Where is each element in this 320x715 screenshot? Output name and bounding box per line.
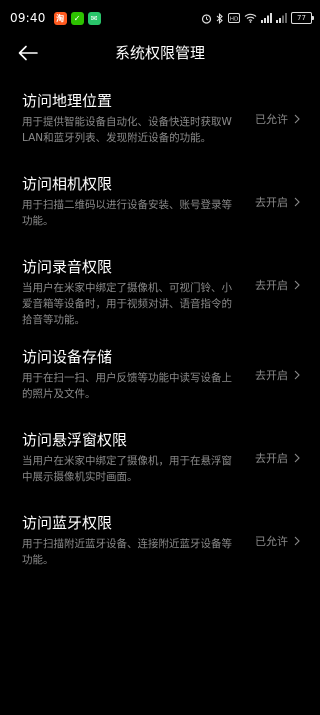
permission-storage[interactable]: 访问设备存储 用于在扫一扫、用户反馈等功能中读写设备上的照片及文件。 去开启 [0,345,320,428]
permission-status: 去开启 [255,277,300,293]
chevron-right-icon [294,280,300,290]
permission-title: 访问相机权限 [22,175,113,193]
signal-1-icon [261,12,272,24]
permission-description: 当用户在米家中绑定了摄像机，用于在悬浮窗中展示摄像机实时画面。 [22,455,232,483]
permission-status-label: 去开启 [255,369,288,382]
permission-status: 去开启 [255,450,300,466]
chevron-right-icon [294,114,300,124]
page-title: 系统权限管理 [114,44,205,62]
permission-description: 当用户在米家中绑定了摄像机、可视门铃、小爱音箱等设备时，用于视频对讲、语音指令的… [22,282,232,326]
chevron-right-icon [294,370,300,380]
permission-status-label: 已允许 [255,535,288,548]
bluetooth-icon [216,12,224,24]
permission-title: 访问录音权限 [22,258,113,276]
permission-status: 去开启 [255,194,300,210]
chevron-right-icon [294,536,300,546]
nav-bar: 系统权限管理 [0,36,320,70]
svg-text:HD: HD [230,16,238,22]
notification-app-icons: 淘 ✓ ✉ [53,11,101,25]
permission-status-label: 去开启 [255,196,288,209]
signal-2-icon [276,12,287,24]
permission-description: 用于提供智能设备自动化、设备快连时获取WLAN和蓝牙列表、发现附近设备的功能。 [22,116,232,144]
permission-status-label: 去开启 [255,452,288,465]
taobao-app-icon: 淘 [53,11,67,25]
status-time: 09:40 [10,11,46,25]
alarm-icon [201,12,212,24]
permission-status-label: 去开启 [255,279,288,292]
message-app-icon: ✉ [87,11,101,25]
permission-bluetooth[interactable]: 访问蓝牙权限 用于扫描附近蓝牙设备、连接附近蓝牙设备等功能。 已允许 [0,511,320,594]
chevron-right-icon [294,453,300,463]
permission-microphone[interactable]: 访问录音权限 当用户在米家中绑定了摄像机、可视门铃、小爱音箱等设备时，用于视频对… [0,255,320,345]
status-indicators: HD 77 [201,12,314,24]
wechat-app-icon: ✓ [70,11,84,25]
permission-description: 用于扫描附近蓝牙设备、连接附近蓝牙设备等功能。 [22,538,232,566]
permission-description: 用于扫描二维码以进行设备安装、账号登录等功能。 [22,199,232,227]
permission-title: 访问悬浮窗权限 [22,431,128,449]
permission-overlay[interactable]: 访问悬浮窗权限 当用户在米家中绑定了摄像机，用于在悬浮窗中展示摄像机实时画面。 … [0,428,320,511]
chevron-right-icon [294,197,300,207]
permission-status: 去开启 [255,367,300,383]
permission-status: 已允许 [255,533,300,549]
nfc-icon: HD [228,12,240,24]
permission-status: 已允许 [255,111,300,127]
permission-title: 访问地理位置 [22,92,113,110]
status-bar: 09:40 淘 ✓ ✉ HD 77 [0,0,320,36]
permission-location[interactable]: 访问地理位置 用于提供智能设备自动化、设备快连时获取WLAN和蓝牙列表、发现附近… [0,89,320,172]
permission-description: 用于在扫一扫、用户反馈等功能中读写设备上的照片及文件。 [22,372,232,400]
permission-list: 访问地理位置 用于提供智能设备自动化、设备快连时获取WLAN和蓝牙列表、发现附近… [0,89,320,594]
permission-status-label: 已允许 [255,113,288,126]
permission-title: 访问蓝牙权限 [22,514,113,532]
permission-camera[interactable]: 访问相机权限 用于扫描二维码以进行设备安装、账号登录等功能。 去开启 [0,172,320,255]
wifi-icon [244,12,257,24]
battery-indicator: 77 [291,12,314,24]
permission-title: 访问设备存储 [22,348,113,366]
